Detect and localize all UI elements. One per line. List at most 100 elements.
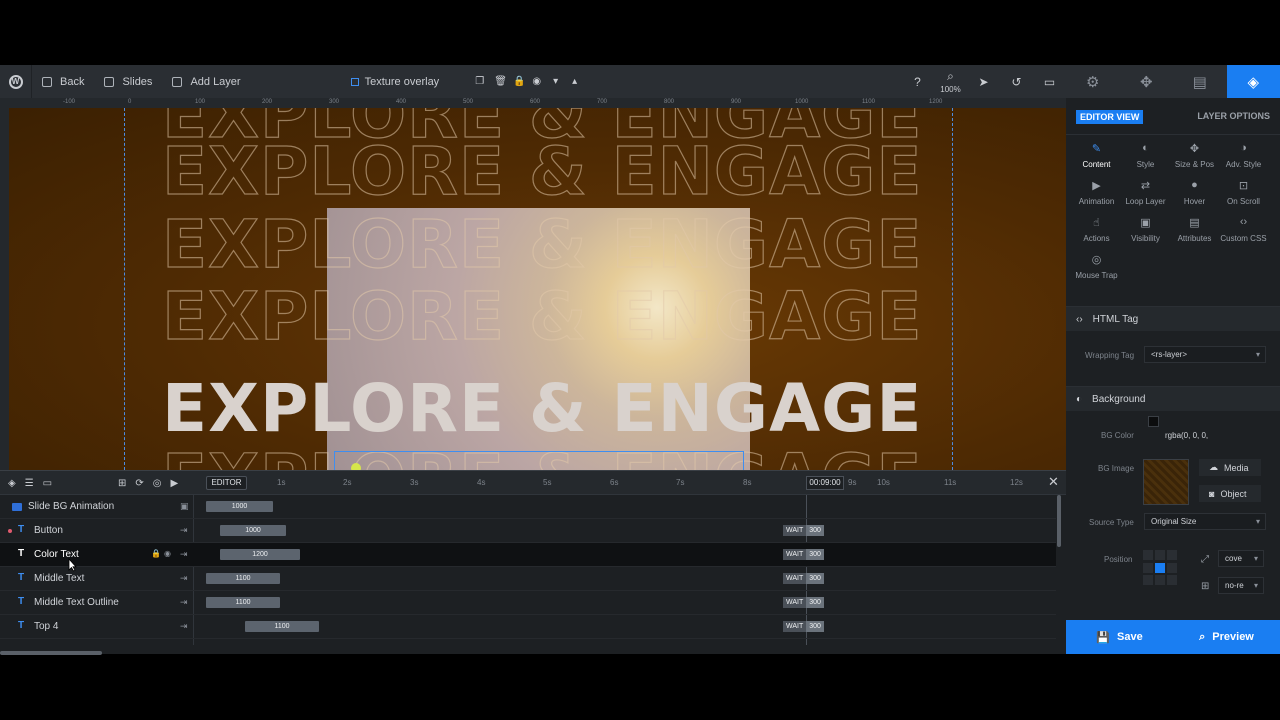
html-tag-section[interactable]: ‹› HTML Tag: [1066, 306, 1280, 331]
bg-size-select[interactable]: cove: [1218, 550, 1264, 567]
background-section[interactable]: ◐ Background: [1066, 386, 1280, 411]
wait-block[interactable]: WAIT 300: [783, 573, 824, 584]
preview-button[interactable]: ⌕ Preview: [1173, 620, 1280, 654]
timeline-bar[interactable]: 1100: [206, 597, 280, 608]
headline-outline-2[interactable]: EXPLORE & ENGAGE: [161, 132, 922, 210]
grid-icon[interactable]: ⊞: [118, 478, 126, 489]
option-animation[interactable]: ▶ Animation: [1072, 179, 1121, 206]
duplicate-icon[interactable]: ❐: [475, 76, 484, 87]
bg-image-thumbnail[interactable]: [1143, 459, 1189, 505]
desktop-view-icon[interactable]: ▭: [1033, 65, 1066, 98]
selected-layer-box[interactable]: [334, 451, 744, 470]
undo-icon[interactable]: ↺: [1000, 65, 1033, 98]
pos-cell[interactable]: [1167, 562, 1177, 573]
pos-cell-selected[interactable]: [1155, 562, 1165, 573]
arrow-to-end-icon[interactable]: ⇥: [180, 525, 188, 536]
slide-icon[interactable]: ▤: [1173, 65, 1227, 98]
timeline-row[interactable]: T Button ⇥ 1000 WAIT 300: [0, 519, 1056, 543]
wait-block[interactable]: WAIT 300: [783, 525, 824, 536]
pos-cell[interactable]: [1155, 550, 1165, 560]
wordpress-logo-icon[interactable]: W: [0, 65, 32, 98]
wait-block[interactable]: WAIT 300: [783, 597, 824, 608]
timeline-row[interactable]: T Top 4 ⇥ 1100 WAIT 300: [0, 615, 1056, 639]
bg-color-swatch[interactable]: [1148, 416, 1159, 427]
lock-icon[interactable]: 🔒: [151, 549, 161, 558]
option-actions[interactable]: ☝ Actions: [1072, 216, 1121, 243]
pos-cell[interactable]: [1143, 550, 1153, 560]
option-loop-layer[interactable]: ⇄ Loop Layer: [1121, 179, 1170, 206]
option-custom-css[interactable]: ‹› Custom CSS: [1219, 216, 1268, 243]
pointer-icon[interactable]: ➤: [967, 65, 1000, 98]
pos-cell[interactable]: [1143, 575, 1153, 586]
pos-cell[interactable]: [1143, 562, 1153, 573]
wait-block[interactable]: WAIT 300: [783, 549, 824, 560]
chevron-up-icon[interactable]: ▴: [570, 76, 579, 87]
timeline-horizontal-scrollbar[interactable]: [0, 651, 102, 655]
slides-button[interactable]: Slides: [94, 65, 162, 98]
target-icon[interactable]: ◎: [153, 478, 162, 489]
media-button[interactable]: ☁ Media: [1199, 459, 1261, 476]
option-attributes[interactable]: ▤ Attributes: [1170, 216, 1219, 243]
headline-outline-3[interactable]: EXPLORE & ENGAGE: [161, 205, 922, 283]
source-type-select[interactable]: Original Size: [1144, 513, 1266, 530]
headline-color-text[interactable]: EXPLORE & ENGAGE: [162, 370, 922, 447]
timeline-bar[interactable]: 1000: [220, 525, 286, 536]
timeline-bar[interactable]: 1000: [206, 501, 273, 512]
save-button[interactable]: 💾 Save: [1066, 620, 1173, 654]
current-layer-title[interactable]: Texture overlay: [350, 76, 439, 88]
arrow-to-end-icon[interactable]: ⇥: [180, 573, 188, 584]
wait-block[interactable]: WAIT 300: [783, 621, 824, 632]
editor-view-button[interactable]: EDITOR VIEW: [1076, 110, 1144, 124]
object-button[interactable]: ◙ Object: [1199, 485, 1261, 502]
arrow-to-end-icon[interactable]: ⇥: [180, 621, 188, 632]
timeline-row[interactable]: Slide BG Animation ▣ 1000: [0, 495, 1056, 519]
option-visibility[interactable]: ▣ Visibility: [1121, 216, 1170, 243]
pos-cell[interactable]: [1167, 550, 1177, 560]
back-button[interactable]: Back: [32, 65, 94, 98]
zoom-control[interactable]: ⌕ 100%: [934, 65, 967, 98]
pos-cell[interactable]: [1167, 575, 1177, 586]
help-icon[interactable]: ?: [901, 65, 934, 98]
option-content[interactable]: ✎ Content: [1072, 142, 1121, 169]
option-mouse-trap[interactable]: ◎ Mouse Trap: [1072, 253, 1121, 280]
timeline-timecode[interactable]: 00:09:00: [806, 476, 844, 490]
option-on-scroll[interactable]: ⊡ On Scroll: [1219, 179, 1268, 206]
wrapping-tag-select[interactable]: <rs-layer>: [1144, 346, 1266, 363]
timeline-row[interactable]: T Color Text 🔒 ◉ ⇥ 1200 WAIT 300: [0, 543, 1056, 567]
image-icon[interactable]: ▣: [180, 501, 189, 512]
layers-icon[interactable]: ◈: [1226, 65, 1280, 98]
bg-repeat-select[interactable]: no-re: [1218, 577, 1264, 594]
bg-color-value[interactable]: rgba(0, 0, 0,: [1165, 431, 1208, 440]
list-icon[interactable]: ☰: [25, 478, 34, 489]
timeline-bar[interactable]: 1100: [206, 573, 280, 584]
timeline-row[interactable]: T Middle Text ⇥ 1100 WAIT 300: [0, 567, 1056, 591]
add-layer-button[interactable]: Add Layer: [162, 65, 250, 98]
button-layer-dot[interactable]: [351, 463, 361, 470]
layers-stack-icon[interactable]: ◈: [8, 478, 16, 489]
timeline-vertical-scrollbar[interactable]: [1057, 495, 1061, 547]
play-icon[interactable]: ▶: [171, 478, 179, 489]
pos-cell[interactable]: [1155, 575, 1165, 586]
delete-icon[interactable]: 🗑: [494, 76, 507, 87]
option-hover[interactable]: ● Hover: [1170, 179, 1219, 206]
position-grid[interactable]: [1143, 550, 1179, 586]
navigation-icon[interactable]: ✥: [1120, 65, 1174, 98]
headline-outline-4[interactable]: EXPLORE & ENGAGE: [161, 277, 922, 355]
timeline-bar[interactable]: 1100: [245, 621, 319, 632]
option-adv-style[interactable]: ◑ Adv. Style: [1219, 142, 1268, 169]
close-timeline-icon[interactable]: ✕: [1048, 474, 1059, 490]
arrow-to-end-icon[interactable]: ⇥: [180, 597, 188, 608]
chevron-down-icon[interactable]: ▾: [551, 76, 560, 87]
eye-icon[interactable]: ◉: [532, 76, 541, 87]
timeline-row[interactable]: T Middle Text Outline ⇥ 1100 WAIT 300: [0, 591, 1056, 615]
lock-icon[interactable]: 🔒: [513, 76, 525, 87]
gear-icon[interactable]: ⚙: [1066, 65, 1120, 98]
eye-icon[interactable]: ◉: [164, 549, 171, 558]
arrow-to-end-icon[interactable]: ⇥: [180, 549, 188, 560]
folder-icon[interactable]: ▭: [43, 478, 52, 489]
slide-canvas[interactable]: EXPLORE & ENGAGE EXPLORE & ENGAGE EXPLOR…: [9, 108, 1066, 470]
loop-icon[interactable]: ⟳: [135, 478, 143, 489]
timeline-bar[interactable]: 1200: [220, 549, 300, 560]
option-size-pos[interactable]: ✥ Size & Pos: [1170, 142, 1219, 169]
option-style[interactable]: ◐ Style: [1121, 142, 1170, 169]
